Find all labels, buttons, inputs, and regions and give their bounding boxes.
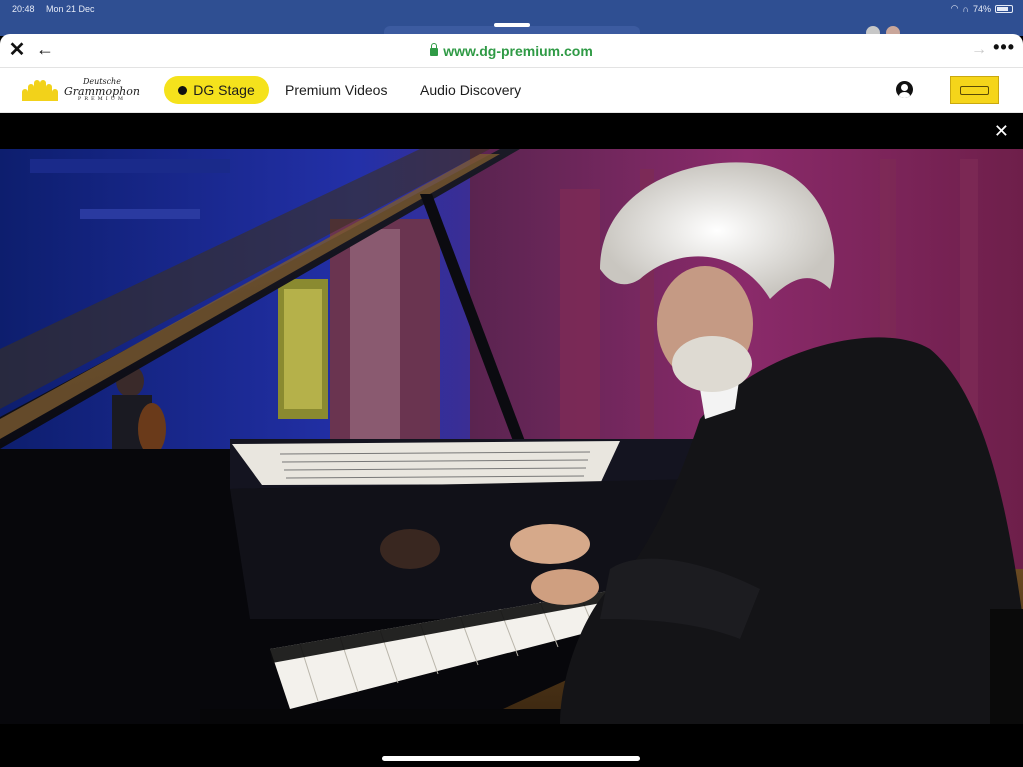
domain-text: www.dg-premium.com: [443, 43, 593, 59]
brand-logo[interactable]: Deutsche Grammophon PREMIUM: [22, 78, 142, 102]
nav-dg-stage-label: DG Stage: [193, 82, 255, 98]
forward-arrow-icon[interactable]: →: [971, 41, 987, 59]
browser-url-bar: ✕ ← www.dg-premium.com → •••: [0, 34, 1023, 68]
status-indicators: ◠ ∩ 74%: [951, 3, 1013, 14]
tulip-logo-icon: [22, 79, 58, 101]
battery-percent: 74%: [972, 3, 991, 14]
dg-cartouche-logo[interactable]: [950, 76, 999, 104]
video-close-icon[interactable]: ✕: [994, 122, 1009, 140]
status-date: Mon 21 Dec: [46, 4, 95, 14]
lock-icon: [430, 43, 439, 56]
nav-audio-discovery[interactable]: Audio Discovery: [420, 76, 521, 104]
concert-video-still: [0, 149, 1023, 724]
video-player[interactable]: ✕: [0, 113, 1023, 767]
video-frame[interactable]: [0, 149, 1023, 724]
nav-dg-stage[interactable]: DG Stage: [164, 76, 269, 104]
brand-wordmark: Deutsche Grammophon PREMIUM: [64, 77, 140, 102]
headphones-icon: ∩: [962, 3, 969, 14]
battery-icon: [995, 4, 1013, 13]
site-header: Deutsche Grammophon PREMIUM DG Stage Pre…: [0, 68, 1023, 113]
live-dot-icon: [178, 86, 188, 95]
more-icon[interactable]: •••: [993, 37, 1015, 58]
home-indicator: [382, 756, 640, 761]
wifi-icon: ◠: [950, 3, 959, 13]
status-bar: 20:48 Mon 21 Dec ◠ ∩ 74%: [0, 0, 1023, 40]
url-display[interactable]: www.dg-premium.com: [0, 43, 1023, 59]
profile-icon[interactable]: [896, 81, 913, 98]
nav-premium-videos[interactable]: Premium Videos: [285, 76, 387, 104]
status-time: 20:48: [12, 4, 35, 14]
multitasking-handle[interactable]: [494, 23, 530, 27]
